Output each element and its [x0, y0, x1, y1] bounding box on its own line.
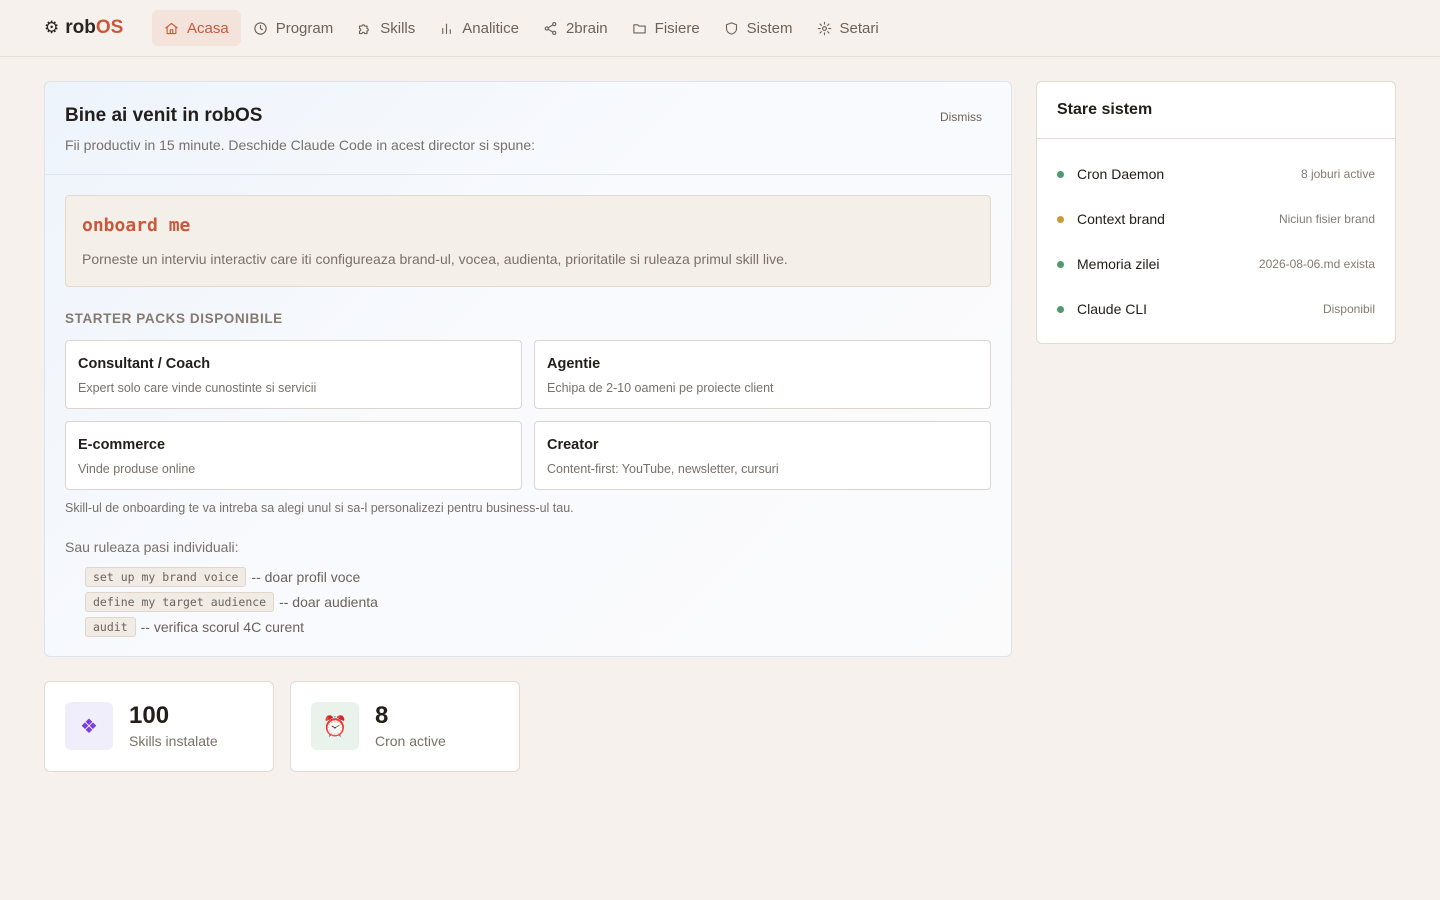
nav-item-setari[interactable]: Setari — [805, 10, 891, 46]
gear-icon — [817, 21, 831, 35]
status-label: Context brand — [1077, 211, 1165, 227]
app-logo[interactable]: ⚙ robOS — [44, 17, 123, 39]
nav-item-fisiere[interactable]: Fisiere — [620, 10, 712, 46]
welcome-title: Bine ai venit in robOS — [65, 105, 263, 126]
folder-icon — [632, 23, 646, 33]
step-description: -- doar profil voce — [251, 569, 361, 585]
nav-label: Program — [275, 19, 334, 37]
nav-item-sistem[interactable]: Sistem — [712, 10, 805, 46]
individual-steps-heading: Sau ruleaza pasi individuali: — [65, 539, 239, 555]
shield-icon — [725, 21, 737, 35]
nav-item-acasa[interactable]: Acasa — [152, 10, 241, 46]
nav-label: 2brain — [565, 19, 608, 37]
home-icon — [165, 22, 178, 34]
welcome-header: Bine ai venit in robOS Fii productiv in … — [45, 82, 1011, 175]
pack-description: Content-first: YouTube, newsletter, curs… — [547, 462, 779, 476]
stat-value: 8 — [375, 702, 389, 729]
status-dot — [1057, 170, 1064, 178]
status-label: Memoria zilei — [1077, 256, 1160, 272]
main-nav: Acasa Program Skills Analitice 2brain Fi… — [152, 10, 891, 46]
nav-label: Sistem — [746, 19, 793, 37]
step-command[interactable]: set up my brand voice — [85, 567, 247, 587]
pack-e-commerce[interactable]: E-commerce Vinde produse online — [65, 421, 522, 490]
status-row-context-brand: Context brand Niciun fisier brand — [1057, 209, 1375, 229]
nav-label: Fisiere — [654, 19, 700, 37]
status-value: Disponibil — [1322, 302, 1375, 316]
step-description: -- verifica scorul 4C curent — [140, 619, 305, 635]
nav-item-program[interactable]: Program — [241, 10, 346, 46]
nav-item-analitice[interactable]: Analitice — [427, 10, 531, 46]
status-header: Stare sistem — [1037, 82, 1395, 139]
onboard-command: onboard me — [82, 215, 191, 236]
onboard-command-card: onboard me Porneste un interviu interact… — [65, 195, 991, 287]
step-audit: audit -- verifica scorul 4C curent — [85, 617, 304, 637]
alarm-clock-icon: ⏰ — [311, 702, 359, 750]
pack-creator[interactable]: Creator Content-first: YouTube, newslett… — [534, 421, 991, 490]
starter-packs-heading: STARTER PACKS DISPONIBILE — [65, 311, 283, 326]
pack-description: Expert solo care vinde cunostinte si ser… — [78, 381, 317, 395]
pack-name: Consultant / Coach — [78, 356, 211, 372]
step-target-audience: define my target audience -- doar audien… — [85, 592, 378, 612]
pack-description: Vinde produse online — [78, 462, 196, 476]
status-value: 8 joburi active — [1300, 167, 1375, 181]
nav-label: Skills — [380, 19, 416, 37]
pack-description: Echipa de 2-10 oameni pe proiecte client — [547, 381, 774, 395]
share-icon — [544, 21, 557, 35]
pack-name: E-commerce — [78, 437, 166, 453]
puzzle-icon — [359, 23, 369, 34]
pack-consultant-coach[interactable]: Consultant / Coach Expert solo care vind… — [65, 340, 522, 409]
nav-item-2brain[interactable]: 2brain — [531, 10, 620, 46]
app-name: robOS — [65, 17, 124, 38]
step-command[interactable]: audit — [85, 617, 136, 637]
step-description: -- doar audienta — [279, 594, 378, 610]
status-title: Stare sistem — [1057, 101, 1153, 118]
pack-name: Creator — [547, 437, 599, 453]
status-dot — [1057, 305, 1064, 313]
status-dot — [1057, 215, 1064, 223]
status-row-claude-cli: Claude CLI Disponibil — [1057, 299, 1375, 319]
welcome-subtitle: Fii productiv in 15 minute. Deschide Cla… — [65, 137, 536, 153]
onboard-description: Porneste un interviu interactiv care iti… — [82, 251, 788, 267]
stat-value: 100 — [129, 702, 170, 729]
stat-label: Skills instalate — [129, 733, 218, 749]
status-label: Claude CLI — [1077, 301, 1148, 317]
packs-note: Skill-ul de onboarding te va intreba sa … — [65, 501, 574, 515]
nav-label: Setari — [839, 19, 879, 37]
top-navbar: ⚙ robOS Acasa Program Skills Analitice 2… — [0, 0, 1440, 57]
stat-label: Cron active — [375, 733, 446, 749]
bar-chart-icon — [442, 23, 452, 34]
dismiss-button[interactable]: Dismiss — [940, 110, 982, 124]
status-value: 2026-08-06.md exista — [1258, 257, 1375, 271]
status-row-cron-daemon: Cron Daemon 8 joburi active — [1057, 164, 1375, 184]
status-row-memoria-zilei: Memoria zilei 2026-08-06.md exista — [1057, 254, 1375, 274]
nav-label: Acasa — [187, 19, 229, 37]
skills-icon: ❖ — [65, 702, 113, 750]
status-dot — [1057, 260, 1064, 268]
welcome-panel: Bine ai venit in robOS Fii productiv in … — [44, 81, 1012, 657]
nav-label: Analitice — [462, 19, 519, 37]
gear-icon: ⚙ — [44, 18, 60, 37]
status-label: Cron Daemon — [1077, 166, 1165, 182]
stat-card-skills[interactable]: ❖ 100 Skills instalate — [44, 681, 274, 772]
status-value: Niciun fisier brand — [1278, 212, 1375, 226]
system-status-panel: Stare sistem Cron Daemon 8 joburi active… — [1036, 81, 1396, 344]
stat-card-cron[interactable]: ⏰ 8 Cron active — [290, 681, 520, 772]
step-command[interactable]: define my target audience — [85, 592, 275, 612]
pack-name: Agentie — [547, 356, 601, 372]
clock-icon — [254, 21, 267, 35]
pack-agentie[interactable]: Agentie Echipa de 2-10 oameni pe proiect… — [534, 340, 991, 409]
step-brand-voice: set up my brand voice -- doar profil voc… — [85, 567, 360, 587]
nav-item-skills[interactable]: Skills — [345, 10, 427, 46]
